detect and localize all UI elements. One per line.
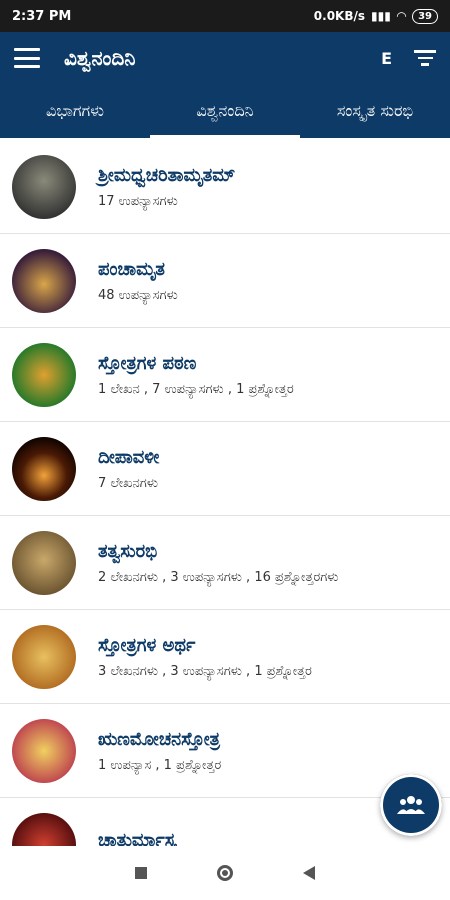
back-icon[interactable] [303,866,315,880]
home-icon[interactable] [217,865,233,881]
item-subtitle: 2 ಲೇಖನಗಳು , 3 ಉಪನ್ಯಾಸಗಳು , 16 ಪ್ರಶ್ನೋತ್ತ… [98,569,339,585]
status-time: 2:37 PM [12,8,72,24]
item-title: ಪಂಚಾಮೃತ [98,258,165,280]
list-item[interactable]: ತತ್ವಸುರಭಿ 2 ಲೇಖನಗಳು , 3 ಉಪನ್ಯಾಸಗಳು , 16 ಪ… [0,516,450,610]
group-fab-button[interactable] [380,774,442,836]
tab-bar: ವಿಭಾಗಗಳು ವಿಶ್ವನಂದಿನಿ ಸಂಸ್ಕೃತ ಸುರಭಿ [0,84,450,138]
list-item[interactable]: ಸ್ತೋತ್ರಗಳ ಅರ್ಥ 3 ಲೇಖನಗಳು , 3 ಉಪನ್ಯಾಸಗಳು ,… [0,610,450,704]
status-bar: 2:37 PM 0.0KB/s ▮▮▮ ◠ 39 [0,0,450,32]
tab-categories[interactable]: ವಿಭಾಗಗಳು [0,84,150,138]
list-item[interactable]: ಪಂಚಾಮೃತ 48 ಉಪನ್ಯಾಸಗಳು [0,234,450,328]
tab-vishwanandini[interactable]: ವಿಶ್ವನಂದಿನಿ [150,84,300,138]
item-title: ದೀಪಾವಳೀ [98,446,160,468]
item-subtitle: 3 ಲೇಖನಗಳು , 3 ಉಪನ್ಯಾಸಗಳು , 1 ಪ್ರಶ್ನೋತ್ತರ [98,663,312,679]
item-thumbnail [12,248,76,313]
item-subtitle: 7 ಲೇಖನಗಳು [98,475,159,491]
status-indicators: 0.0KB/s ▮▮▮ ◠ 39 [313,8,438,24]
list-item[interactable]: ಸ್ತೋತ್ರಗಳ ಪಠಣ 1 ಲೇಖನ , 7 ಉಪನ್ಯಾಸಗಳು , 1 ಪ… [0,328,450,422]
wifi-icon: ◠ [396,9,407,23]
signal-icon: ▮▮▮ [371,9,391,23]
category-list: ಶ್ರೀಮಧ್ವಚರಿತಾಮೃತಮ್ 17 ಉಪನ್ಯಾಸಗಳು ಪಂಚಾಮೃತ 4… [0,140,450,892]
item-title: ಸ್ತೋತ್ರಗಳ ಪಠಣ [98,352,197,374]
item-title: ಸ್ತೋತ್ರಗಳ ಅರ್ಥ [98,634,196,656]
item-thumbnail [12,718,76,783]
item-thumbnail [12,342,76,407]
item-title: ಋಣಮೋಚನಸ್ತೋತ್ರ [98,728,220,750]
item-thumbnail [12,154,76,219]
item-title: ಶ್ರೀಮಧ್ವಚರಿತಾಮೃತಮ್ [98,164,236,186]
item-thumbnail [12,530,76,595]
item-subtitle: 1 ಲೇಖನ , 7 ಉಪನ್ಯಾಸಗಳು , 1 ಪ್ರಶ್ನೋತ್ತರ [98,381,294,397]
filter-icon[interactable] [414,50,436,66]
group-icon [397,796,425,814]
item-subtitle: 17 ಉಪನ್ಯಾಸಗಳು [98,193,178,209]
item-subtitle: 48 ಉಪನ್ಯಾಸಗಳು [98,287,178,303]
item-title: ತತ್ವಸುರಭಿ [98,540,158,562]
item-thumbnail [12,624,76,689]
item-thumbnail [12,436,76,501]
list-item[interactable]: ದೀಪಾವಳೀ 7 ಲೇಖನಗಳು [0,422,450,516]
recents-icon[interactable] [135,867,147,879]
system-nav-bar [0,846,450,900]
hamburger-icon[interactable] [14,48,40,68]
tab-sanskrit-surabhi[interactable]: ಸಂಸ್ಕೃತ ಸುರಭಿ [300,84,450,138]
app-bar: ವಿಶ್ವನಂದಿನಿ E [0,32,450,84]
list-item[interactable]: ಶ್ರೀಮಧ್ವಚರಿತಾಮೃತಮ್ 17 ಉಪನ್ಯಾಸಗಳು [0,140,450,234]
network-speed: 0.0KB/s [313,9,366,23]
item-subtitle: 1 ಉಪನ್ಯಾಸ , 1 ಪ್ರಶ್ನೋತ್ತರ [98,757,222,773]
list-item[interactable]: ಋಣಮೋಚನಸ್ತೋತ್ರ 1 ಉಪನ್ಯಾಸ , 1 ಪ್ರಶ್ನೋತ್ತರ [0,704,450,798]
battery-icon: 39 [412,8,438,24]
app-title: ವಿಶ್ವನಂದಿನಿ [64,46,136,70]
language-toggle-button[interactable]: E [381,49,392,68]
